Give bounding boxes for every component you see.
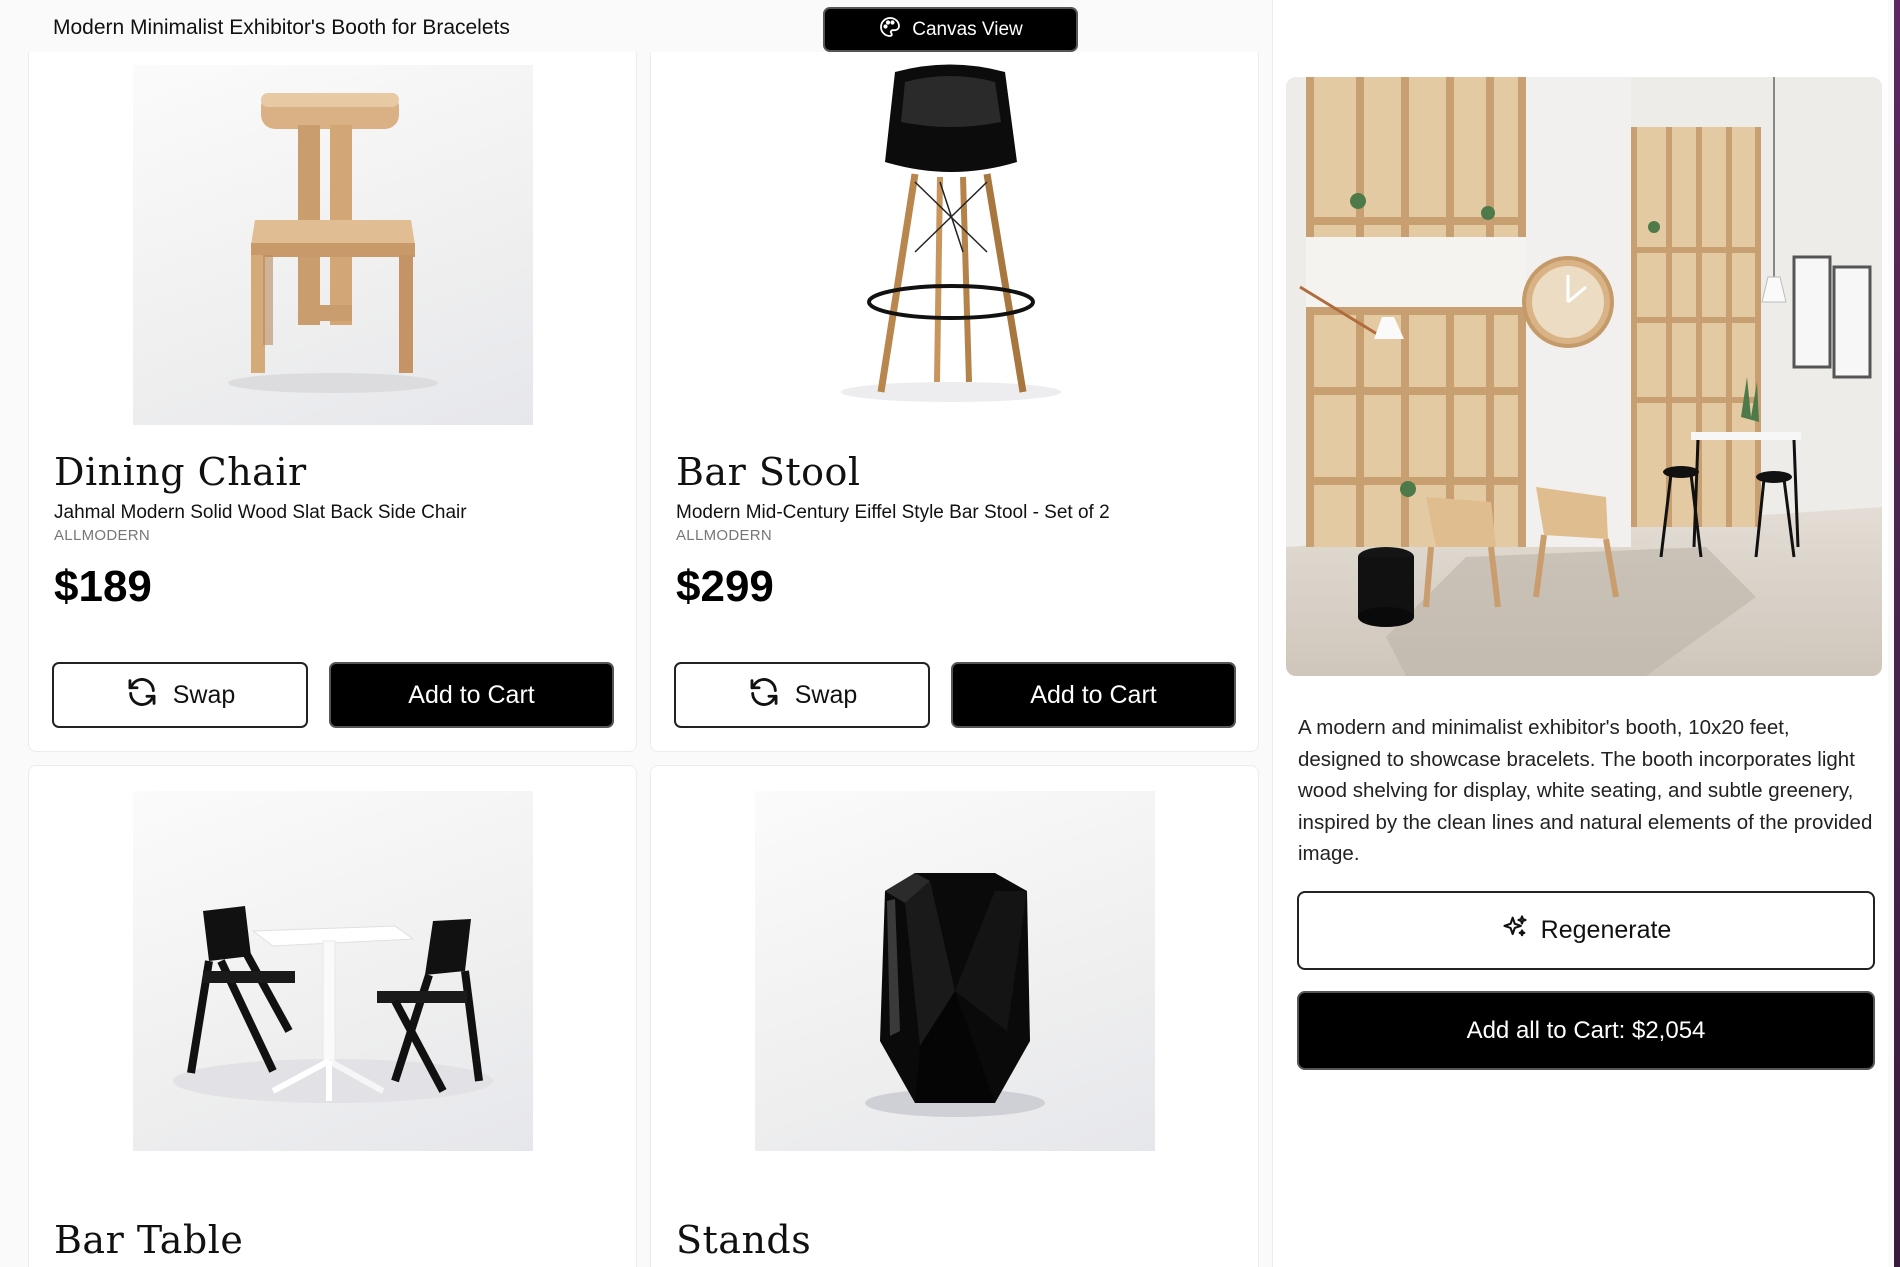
design-summary-panel: A modern and minimalist exhibitor's boot… xyxy=(1272,0,1888,1267)
add-all-to-cart-button[interactable]: Add all to Cart: $2,054 xyxy=(1297,991,1875,1070)
product-card-stands: Stands xyxy=(650,765,1259,1267)
palette-icon xyxy=(878,15,902,45)
refresh-icon xyxy=(125,675,159,716)
swap-label: Swap xyxy=(794,680,858,709)
refresh-icon xyxy=(747,675,781,716)
product-card-bar-stool: Bar Stool Modern Mid-Century Eiffel Styl… xyxy=(650,52,1259,752)
product-category: Dining Chair xyxy=(54,450,307,494)
product-card-bar-table: Bar Table xyxy=(28,765,637,1267)
stands-image[interactable] xyxy=(755,791,1155,1151)
product-name[interactable]: Jahmal Modern Solid Wood Slat Back Side … xyxy=(54,502,467,524)
dining-chair-image[interactable] xyxy=(133,65,533,425)
bar-stool-image[interactable] xyxy=(755,52,1155,412)
regenerate-button[interactable]: Regenerate xyxy=(1297,891,1875,970)
swap-button[interactable]: Swap xyxy=(52,662,308,728)
canvas-view-button[interactable]: Canvas View xyxy=(823,7,1078,52)
product-card-dining-chair: Dining Chair Jahmal Modern Solid Wood Sl… xyxy=(28,52,637,752)
bar-table-image[interactable] xyxy=(133,791,533,1151)
design-description: A modern and minimalist exhibitor's boot… xyxy=(1298,716,1873,865)
window-edge xyxy=(1894,0,1900,1267)
regenerate-label: Regenerate xyxy=(1540,916,1672,944)
product-category: Bar Stool xyxy=(676,450,861,494)
product-name[interactable]: Modern Mid-Century Eiffel Style Bar Stoo… xyxy=(676,502,1110,524)
canvas-view-label: Canvas View xyxy=(912,18,1023,40)
app-window: Modern Minimalist Exhibitor's Booth for … xyxy=(0,0,1900,1267)
sparkle-icon xyxy=(1501,913,1529,948)
product-price: $299 xyxy=(676,562,774,611)
add-to-cart-button[interactable]: Add to Cart xyxy=(329,662,614,728)
page-title: Modern Minimalist Exhibitor's Booth for … xyxy=(53,16,510,39)
product-brand: ALLMODERN xyxy=(54,527,151,544)
booth-render-image[interactable] xyxy=(1286,77,1882,676)
product-brand: ALLMODERN xyxy=(676,527,773,544)
add-to-cart-button[interactable]: Add to Cart xyxy=(951,662,1236,728)
product-category: Bar Table xyxy=(54,1218,244,1262)
product-price: $189 xyxy=(54,562,152,611)
product-category: Stands xyxy=(676,1218,812,1262)
swap-button[interactable]: Swap xyxy=(674,662,930,728)
swap-label: Swap xyxy=(172,680,236,709)
